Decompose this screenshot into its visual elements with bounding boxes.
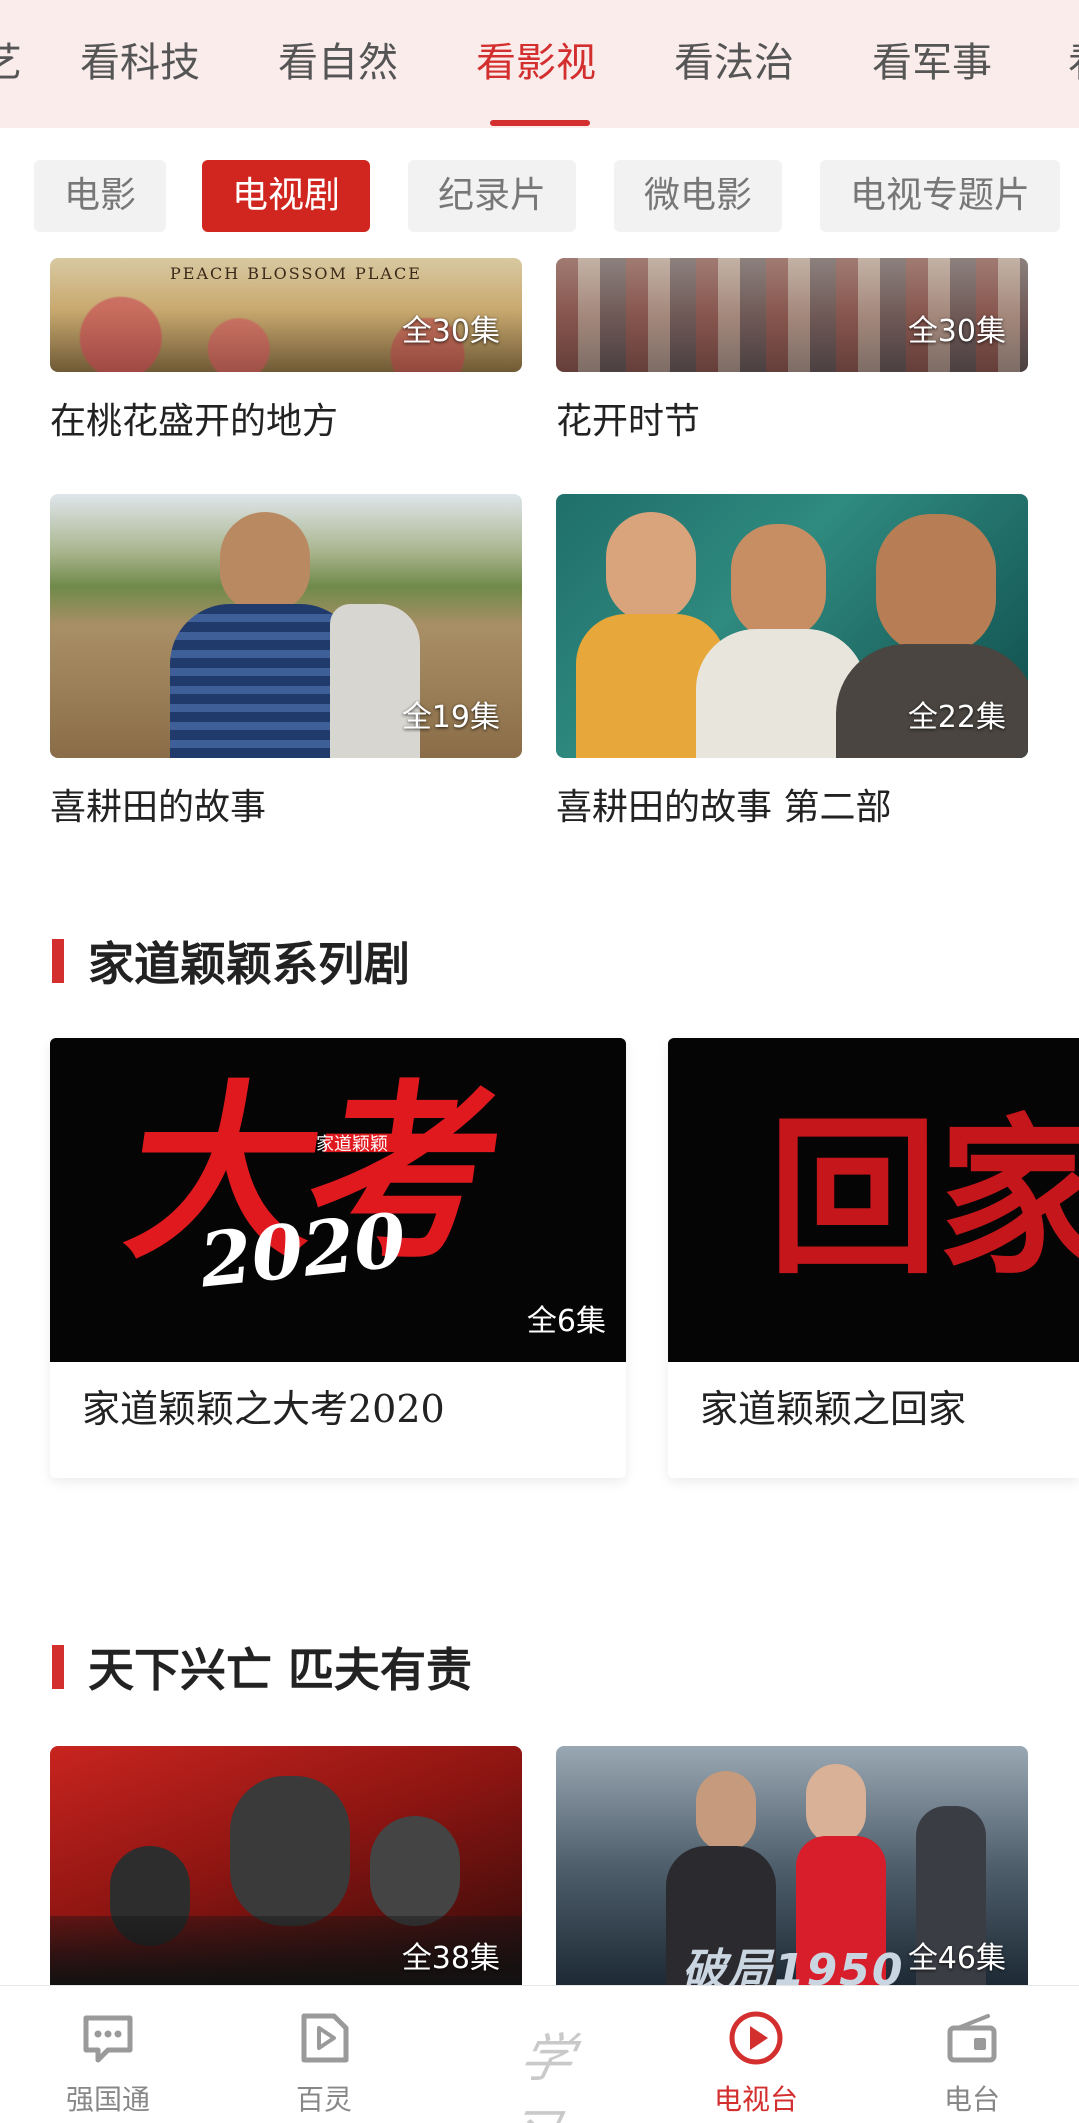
nav-label: 电视台 <box>713 2083 798 2116</box>
thumbnail-flower-season[interactable]: 全30集 <box>556 258 1028 372</box>
subtab-tv-special[interactable]: 电视专题片 <box>820 160 1061 232</box>
face-art <box>806 1764 866 1844</box>
episode-count: 全30集 <box>401 314 500 349</box>
section-title: 家道颖颖系列剧 <box>88 937 410 991</box>
tab-law[interactable]: 看法治 <box>674 30 794 88</box>
subtab-movie[interactable]: 电影 <box>34 160 167 232</box>
tab-tech[interactable]: 看科技 <box>80 30 200 88</box>
section-title: 天下兴亡 匹夫有责 <box>88 1643 473 1697</box>
subtab-micro-film[interactable]: 微电影 <box>614 160 783 232</box>
nav-qiangguotong[interactable]: 强国通 <box>8 1986 208 2123</box>
nav-xuexi-home[interactable]: 学习 <box>440 1986 640 2123</box>
bottom-navigation: 强国通 百灵 学习 电视台 电台 <box>0 1985 1079 2123</box>
chat-icon <box>83 2015 133 2063</box>
category-tab-bar: 艺 看科技 看自然 看影视 看法治 看军事 看 <box>0 0 1079 128</box>
series-title: 家道颖颖之回家 <box>700 1387 967 1431</box>
nav-bailing[interactable]: 百灵 <box>224 1986 424 2123</box>
episode-count: 全19集 <box>401 700 500 735</box>
series-title: 家道颖颖之大考2020 <box>82 1387 445 1431</box>
tab-nature[interactable]: 看自然 <box>278 30 398 88</box>
subcategory-tab-bar: 电影 电视剧 纪录片 微电影 电视专题片 <box>0 128 1079 258</box>
face-art <box>370 1816 460 1926</box>
play-circle-icon <box>729 2011 783 2065</box>
video-title[interactable]: 喜耕田的故事 <box>50 778 266 830</box>
nav-label: 强国通 <box>65 2083 150 2116</box>
face-art-man <box>731 524 826 639</box>
radio-icon <box>947 2014 997 2063</box>
episode-count: 全30集 <box>907 314 1006 349</box>
series-card[interactable]: 大考 2020 家道颖颖 全6集 家道颖颖之大考2020 <box>50 1038 626 1478</box>
face-art <box>696 1771 756 1851</box>
section-accent-bar <box>52 1645 64 1689</box>
tab-military[interactable]: 看军事 <box>872 30 992 88</box>
poster-dakao: 大考 2020 家道颖颖 全6集 <box>50 1038 626 1362</box>
face-art-old-man <box>876 514 996 654</box>
nav-radio[interactable]: 电台 <box>872 1986 1072 2123</box>
thumbnail-xigengtian-1[interactable]: 全19集 <box>50 494 522 758</box>
section-accent-bar <box>52 939 64 983</box>
xuexi-logo: 学习 <box>498 2029 580 2123</box>
thumbnail-xigengtian-2[interactable]: 全22集 <box>556 494 1028 758</box>
subtab-documentary[interactable]: 纪录片 <box>408 160 577 232</box>
play-square-icon <box>301 2013 349 2063</box>
content-feed[interactable]: PEACH BLOSSOM PLACE 全30集 全30集 在桃花盛开的地方 花… <box>0 258 1079 1985</box>
episode-count: 全38集 <box>401 1941 500 1976</box>
episode-count: 全46集 <box>907 1941 1006 1976</box>
poster-huijia: 回家 <box>668 1038 1079 1362</box>
series-card[interactable]: 回家 家道颖颖之回家 <box>668 1038 1079 1478</box>
nav-label: 电台 <box>943 2083 1000 2116</box>
face-art-woman <box>606 512 696 622</box>
episode-count: 全22集 <box>907 700 1006 735</box>
tab-partial-right[interactable]: 看 <box>1068 30 1079 88</box>
episode-count: 全6集 <box>526 1304 606 1339</box>
nav-tv-station[interactable]: 电视台 <box>656 1986 856 2123</box>
video-title[interactable]: 在桃花盛开的地方 <box>50 392 338 444</box>
section-header: 家道颖颖系列剧 <box>52 928 410 994</box>
tab-film-tv[interactable]: 看影视 <box>476 30 596 88</box>
section-header: 天下兴亡 匹夫有责 <box>52 1634 472 1700</box>
poster-main-text: 回家 <box>768 1098 1079 1298</box>
nav-label: 百灵 <box>295 2083 352 2116</box>
thumbnail-peach-blossom[interactable]: PEACH BLOSSOM PLACE 全30集 <box>50 258 522 372</box>
video-title[interactable]: 喜耕田的故事 第二部 <box>556 778 891 830</box>
poster-brand: 家道颖颖 <box>316 1134 388 1155</box>
poster-title-text: 破局1950 <box>682 1945 905 1985</box>
tab-partial-left[interactable]: 艺 <box>0 30 22 88</box>
subtab-tv-series[interactable]: 电视剧 <box>202 160 371 232</box>
thumbnail-polju[interactable]: 破局1950 全46集 <box>556 1746 1028 1985</box>
poster-caption: PEACH BLOSSOM PLACE <box>170 264 422 283</box>
video-title[interactable]: 花开时节 <box>556 392 700 444</box>
face-art <box>220 512 310 612</box>
thumbnail-nation-1[interactable]: 全38集 <box>50 1746 522 1985</box>
active-tab-indicator <box>490 120 590 126</box>
face-art <box>230 1776 350 1926</box>
